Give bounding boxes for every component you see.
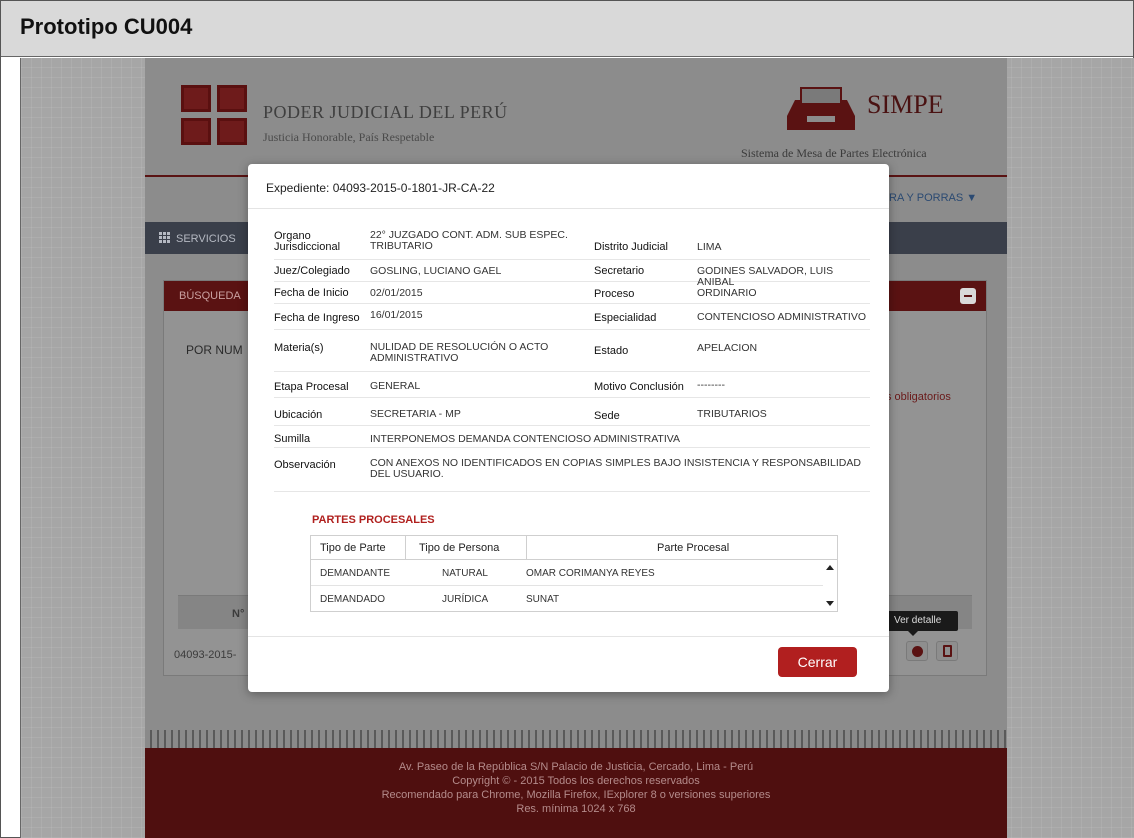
view-detail-tooltip: Ver detalle	[886, 611, 958, 636]
results-row-number: 04093-2015-	[174, 649, 237, 661]
distrito-value: LIMA	[697, 241, 722, 253]
detail-row: Fecha de Inicio 02/01/2015 Proceso ORDIN…	[274, 282, 870, 304]
close-button[interactable]: Cerrar	[778, 647, 857, 677]
etapa-value: GENERAL	[370, 380, 421, 392]
ubicacion-value: SECRETARIA - MP	[370, 408, 461, 420]
partes-scrollbar[interactable]	[823, 560, 837, 611]
sede-value: TRIBUTARIOS	[697, 408, 767, 420]
footer-address: Av. Paseo de la República S/N Palacio de…	[398, 761, 754, 773]
juez-label: Juez/Colegiado	[274, 265, 350, 277]
motivo-label: Motivo Conclusión	[594, 381, 684, 393]
secretario-label: Secretario	[594, 265, 645, 277]
especialidad-label: Especialidad	[594, 312, 657, 324]
column-parte-procesal: Parte Procesal	[657, 542, 730, 554]
system-subtitle: Sistema de Mesa de Partes Electrónica	[741, 146, 927, 160]
materia-label: Materia(s)	[274, 342, 324, 354]
collapse-button[interactable]	[960, 288, 976, 304]
partes-title: PARTES PROCESALES	[312, 514, 435, 526]
system-title: SIMPE	[867, 90, 944, 119]
motivo-value: --------	[697, 379, 725, 391]
footer-browsers: Recomendado para Chrome, Mozilla Firefox…	[381, 789, 771, 801]
poder-judicial-logo	[181, 85, 249, 147]
scroll-up-icon[interactable]	[826, 565, 834, 570]
distrito-label: Distrito Judicial	[594, 241, 668, 253]
modal-title: Expediente: 04093-2015-0-1801-JR-CA-22	[266, 181, 495, 195]
grid-icon	[159, 232, 170, 243]
document-icon	[943, 645, 952, 657]
org-name: PODER JUDICIAL DEL PERÚ	[263, 102, 508, 122]
prototype-header: Prototipo CU004	[1, 1, 1133, 57]
organo-value: 22° JUZGADO CONT. ADM. SUB ESPEC. TRIBUT…	[370, 229, 568, 252]
proceso-label: Proceso	[594, 288, 635, 300]
estado-label: Estado	[594, 345, 629, 357]
detail-row: Juez/Colegiado GOSLING, LUCIANO GAEL Sec…	[274, 260, 870, 288]
detail-row: Observación CON ANEXOS NO IDENTIFICADOS …	[274, 448, 870, 492]
document-button[interactable]	[936, 641, 958, 661]
prototype-title: Prototipo CU004	[20, 14, 193, 39]
observacion-label: Observación	[274, 459, 336, 471]
table-row: DEMANDADO JURÍDICA SUNAT	[311, 586, 823, 612]
fecha-ingreso-label: Fecha de Ingreso	[274, 312, 360, 324]
view-icon	[912, 646, 923, 657]
inbox-tray-icon	[787, 87, 855, 130]
ubicacion-label: Ubicación	[274, 409, 323, 421]
tipo-parte-cell: DEMANDANTE	[320, 568, 391, 579]
modal-divider	[248, 208, 889, 209]
sumilla-value: INTERPONEMOS DEMANDA CONTENCIOSO ADMINIS…	[370, 433, 680, 445]
search-panel-title: BÚSQUEDA	[179, 290, 241, 302]
detail-row: Ubicación SECRETARIA - MP Sede TRIBUTARI…	[274, 398, 870, 426]
org-tagline: Justicia Honorable, País Respetable	[263, 130, 435, 144]
juez-value: GOSLING, LUCIANO GAEL	[370, 265, 502, 277]
footer-pattern	[145, 730, 1007, 748]
user-menu[interactable]: RA Y PORRAS ▼	[889, 192, 977, 204]
fecha-ingreso-value: 16/01/2015	[370, 309, 423, 321]
expediente-modal: Expediente: 04093-2015-0-1801-JR-CA-22 O…	[248, 164, 889, 692]
tipo-persona-cell: NATURAL	[442, 568, 488, 579]
required-note: s obligatorios	[886, 391, 951, 403]
organo-label: Organo Jurisdiccional	[274, 230, 341, 253]
scroll-down-icon[interactable]	[826, 601, 834, 606]
etapa-label: Etapa Procesal	[274, 381, 349, 393]
column-tipo-persona: Tipo de Persona	[419, 542, 500, 554]
detail-row: Materia(s) NULIDAD DE RESOLUCIÓN O ACTO …	[274, 330, 870, 372]
parte-procesal-cell: OMAR CORIMANYA REYES	[526, 568, 655, 579]
partes-table: Tipo de Parte Tipo de Persona Parte Proc…	[310, 535, 838, 612]
materia-value: NULIDAD DE RESOLUCIÓN O ACTO ADMINISTRAT…	[370, 341, 549, 364]
table-row: DEMANDANTE NATURAL OMAR CORIMANYA REYES	[311, 560, 823, 586]
tipo-persona-cell: JURÍDICA	[442, 594, 489, 605]
tab-por-numero[interactable]: POR NUM	[186, 343, 243, 357]
especialidad-value: CONTENCIOSO ADMINISTRATIVO	[697, 311, 866, 323]
prototype-frame: Prototipo CU004 PODER JUDICIAL DEL PERÚ …	[0, 0, 1134, 838]
proceso-value: ORDINARIO	[697, 287, 757, 299]
detail-row: Fecha de Ingreso 16/01/2015 Especialidad…	[274, 304, 870, 330]
fecha-inicio-label: Fecha de Inicio	[274, 287, 349, 299]
sede-label: Sede	[594, 410, 620, 422]
detail-row: Organo Jurisdiccional 22° JUZGADO CONT. …	[274, 222, 870, 260]
detail-row: Etapa Procesal GENERAL Motivo Conclusión…	[274, 372, 870, 398]
services-menu[interactable]: SERVICIOS	[159, 232, 236, 245]
column-tipo-parte: Tipo de Parte	[320, 542, 386, 554]
footer-copyright: Copyright © - 2015 Todos los derechos re…	[452, 775, 700, 787]
footer: Av. Paseo de la República S/N Palacio de…	[145, 748, 1007, 838]
sumilla-label: Sumilla	[274, 433, 311, 445]
view-detail-button[interactable]	[906, 641, 928, 661]
partes-table-header: Tipo de Parte Tipo de Persona Parte Proc…	[311, 536, 837, 560]
parte-procesal-cell: SUNAT	[526, 594, 560, 605]
services-label: SERVICIOS	[176, 233, 236, 245]
estado-value: APELACION	[697, 342, 758, 354]
observacion-value: CON ANEXOS NO IDENTIFICADOS EN COPIAS SI…	[370, 457, 861, 480]
footer-resolution: Res. mínima 1024 x 768	[516, 803, 636, 815]
tipo-parte-cell: DEMANDADO	[320, 594, 386, 605]
detail-row: Sumilla INTERPONEMOS DEMANDA CONTENCIOSO…	[274, 426, 870, 448]
fecha-inicio-value: 02/01/2015	[370, 287, 423, 299]
modal-footer-divider	[248, 636, 889, 637]
